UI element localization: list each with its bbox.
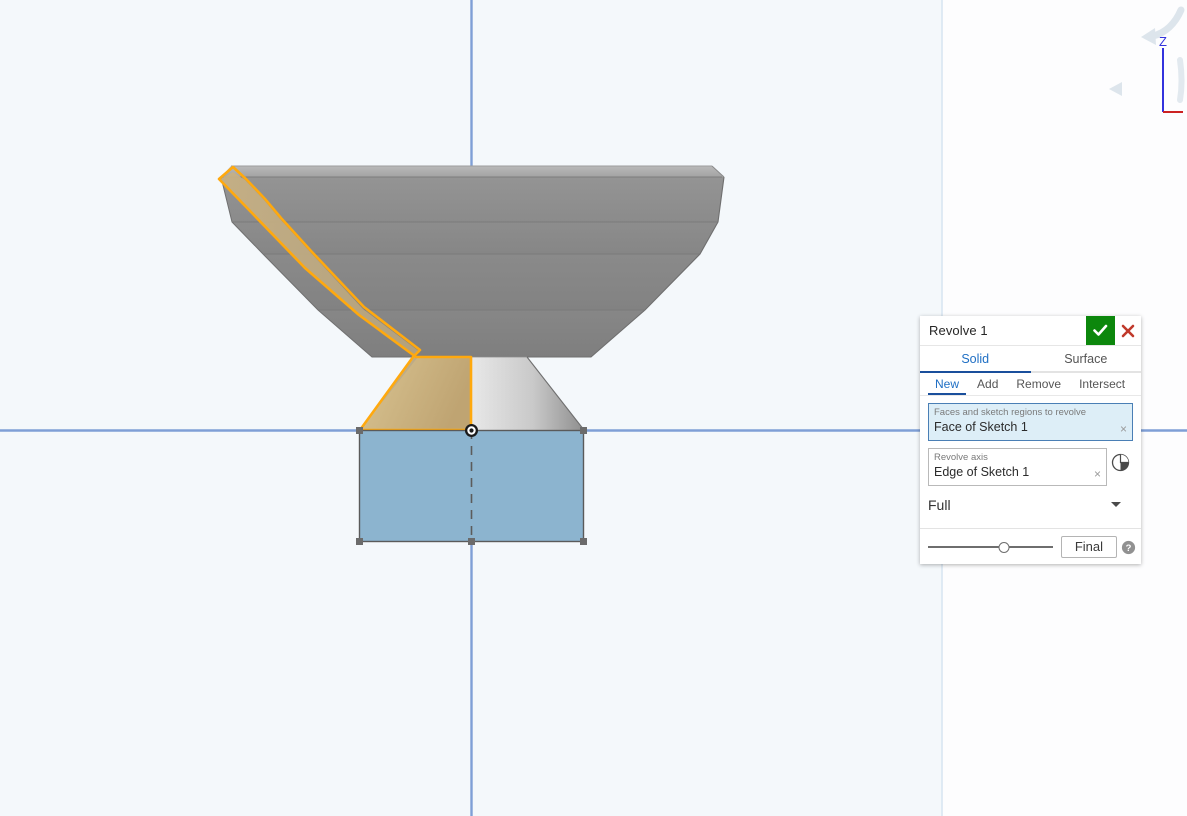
chevron-down-icon[interactable]: [1111, 502, 1121, 507]
slider-track: [928, 546, 1053, 548]
neck-cone-face[interactable]: [471, 357, 584, 430]
dialog-header: Revolve 1: [920, 316, 1141, 346]
angle-sector-icon[interactable]: [1107, 448, 1133, 472]
subtab-add[interactable]: Add: [968, 373, 1007, 395]
slider-thumb[interactable]: [999, 542, 1010, 553]
tab-solid[interactable]: Solid: [920, 346, 1031, 371]
dialog-footer: Final ?: [920, 528, 1141, 564]
rotate-vertical-arrow: [1180, 60, 1182, 100]
subtab-new[interactable]: New: [926, 373, 968, 395]
revolve-axis-clear-icon[interactable]: ×: [1094, 468, 1101, 480]
accept-button[interactable]: [1086, 316, 1115, 345]
pan-left-arrow: [1109, 82, 1122, 96]
faces-to-revolve-clear-icon[interactable]: ×: [1120, 423, 1127, 435]
revolve-axis-value: Edge of Sketch 1: [934, 463, 1101, 481]
revolve-type-select[interactable]: Full: [928, 493, 1133, 516]
checkmark-icon: [1093, 324, 1108, 337]
solid-body-faces[interactable]: [221, 166, 724, 358]
z-axis-label: Z: [1159, 34, 1167, 49]
subtab-remove[interactable]: Remove: [1007, 373, 1070, 395]
cancel-button[interactable]: [1115, 316, 1141, 345]
view-orientation-triad[interactable]: Z: [1097, 0, 1187, 120]
dialog-operation-subtabs[interactable]: New Add Remove Intersect: [920, 373, 1141, 396]
faces-to-revolve-label: Faces and sketch regions to revolve: [934, 407, 1127, 418]
tab-surface[interactable]: Surface: [1031, 346, 1142, 371]
revolve-type-value: Full: [928, 497, 1111, 513]
dialog-type-tabs[interactable]: Solid Surface: [920, 346, 1141, 373]
dialog-title: Revolve 1: [920, 316, 1086, 345]
subtab-intersect[interactable]: Intersect: [1070, 373, 1134, 395]
origin-point[interactable]: [465, 424, 478, 437]
svg-text:?: ?: [1125, 543, 1131, 554]
faces-to-revolve-value: Face of Sketch 1: [934, 418, 1127, 436]
preview-quality-slider[interactable]: [928, 539, 1053, 555]
close-x-icon: [1121, 324, 1135, 338]
help-icon[interactable]: ?: [1117, 540, 1139, 555]
final-button[interactable]: Final: [1061, 536, 1117, 558]
rotate-ccw-arrow: [1153, 10, 1181, 36]
dialog-body: Faces and sketch regions to revolve Face…: [920, 396, 1141, 528]
revolve-axis-row: Revolve axis Edge of Sketch 1 ×: [928, 448, 1133, 486]
revolve-feature-dialog[interactable]: Revolve 1 Solid Surface New Add Remove I…: [920, 316, 1141, 564]
revolve-axis-field[interactable]: Revolve axis Edge of Sketch 1 ×: [928, 448, 1107, 486]
faces-to-revolve-field[interactable]: Faces and sketch regions to revolve Face…: [928, 403, 1133, 441]
revolve-axis-label: Revolve axis: [934, 452, 1101, 463]
sketch-region-face[interactable]: [356, 427, 587, 545]
